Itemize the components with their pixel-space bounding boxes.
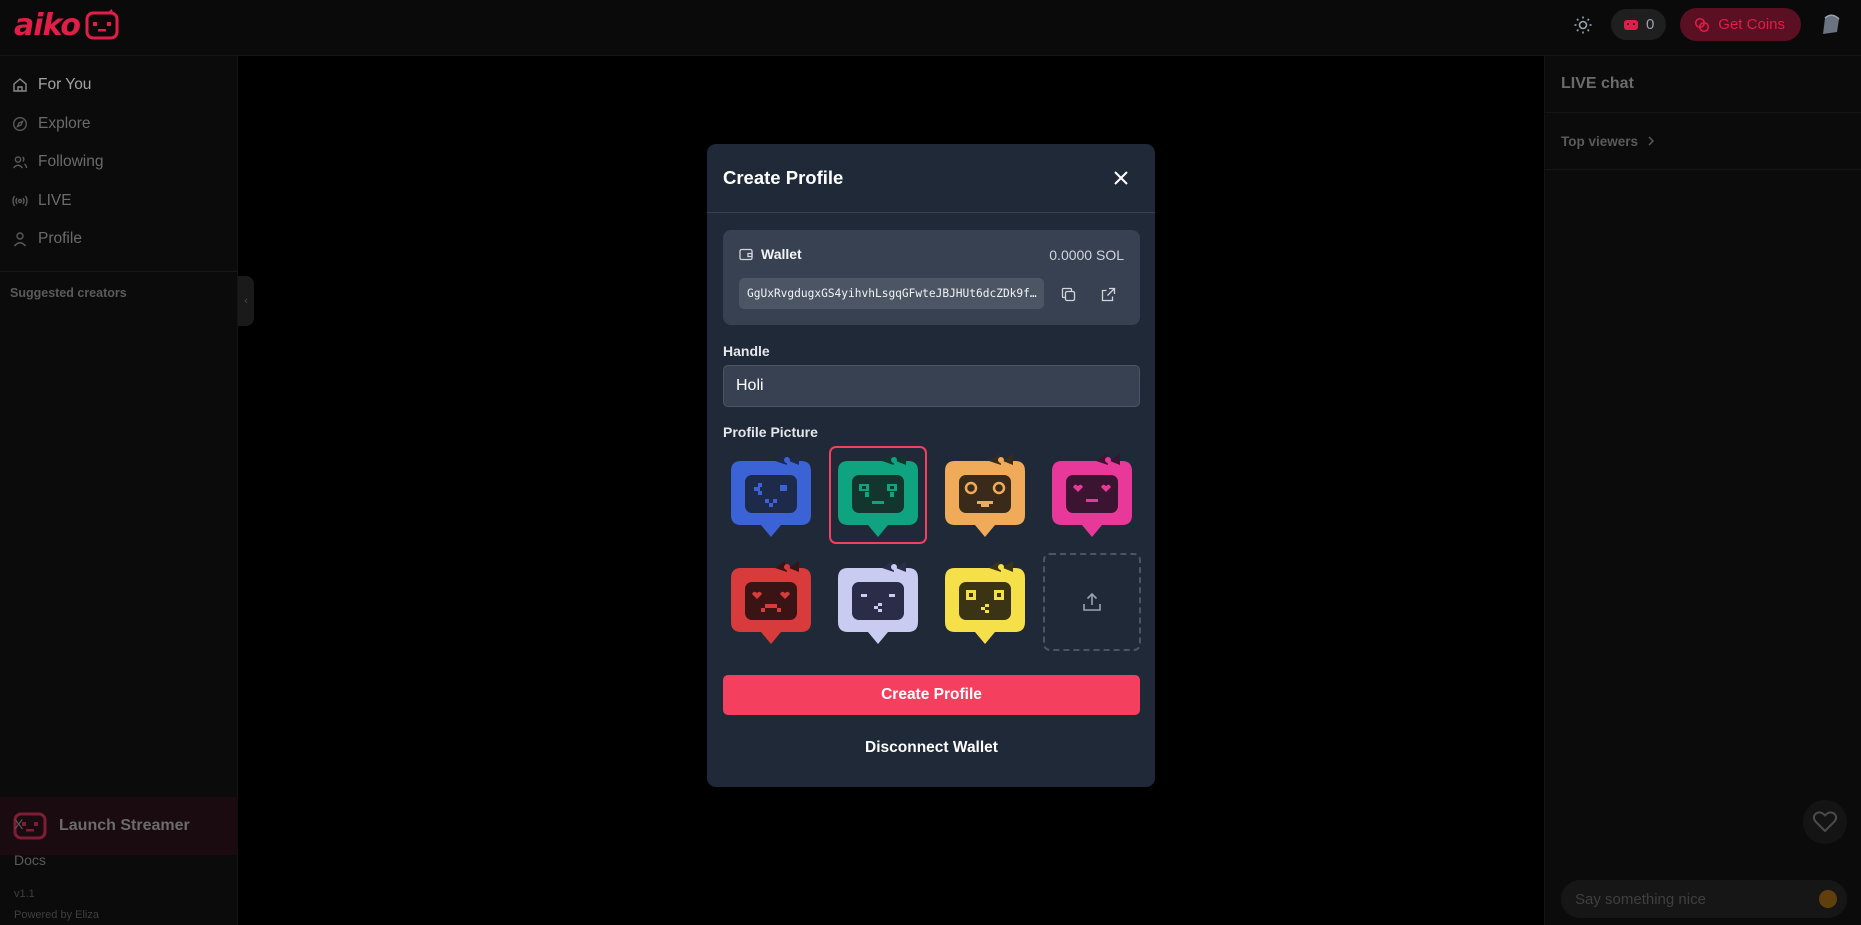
brand-logo[interactable]: aiko [14, 8, 120, 43]
user-avatar-icon [1823, 14, 1840, 34]
external-link-icon [1101, 287, 1115, 301]
users-icon [12, 156, 28, 169]
modal-header: Create Profile [707, 144, 1155, 213]
sidebar-item-for-you[interactable]: For You [0, 66, 237, 105]
coins-icon [1695, 17, 1710, 32]
sidebar-item-live[interactable]: LIVE [0, 182, 237, 221]
heart-icon [1812, 811, 1838, 833]
create-profile-modal: Create Profile Wallet 0.0000 SOL GgUxRvg… [707, 144, 1155, 787]
avatar-option-red[interactable] [722, 553, 820, 651]
create-profile-button[interactable]: Create Profile [723, 675, 1140, 715]
live-chat-panel: LIVE chat Top viewers Say something nice [1544, 56, 1861, 925]
sidebar-item-label: For You [38, 76, 92, 94]
launch-streamer-label: Launch Streamer [59, 817, 190, 834]
chevron-right-icon [1648, 136, 1655, 146]
avatar-option-blue[interactable] [722, 446, 820, 544]
wallet-balance: 0.0000 SOL [1049, 247, 1124, 263]
robot-avatar-icon [731, 454, 811, 537]
wallet-label: Wallet [761, 246, 802, 262]
avatar-option-orange[interactable] [936, 446, 1034, 544]
open-explorer-button[interactable] [1094, 280, 1122, 308]
avatar-option-green[interactable] [829, 446, 927, 544]
copy-icon [1061, 287, 1075, 301]
collapse-sidebar-button[interactable]: ‹ [238, 276, 254, 326]
copy-address-button[interactable] [1054, 280, 1082, 308]
sidebar-item-following[interactable]: Following [0, 143, 237, 182]
sidebar-item-label: Following [38, 153, 104, 171]
avatar-option-lavender[interactable] [829, 553, 927, 651]
sidebar-item-label: Explore [38, 114, 91, 132]
robot-avatar-icon [731, 561, 811, 644]
compass-icon [12, 116, 28, 131]
left-sidebar: For You Explore Following LIVE Profile S… [0, 56, 238, 925]
wallet-panel: Wallet 0.0000 SOL GgUxRvgdugxGS4yihvhLsg… [723, 230, 1140, 325]
chevron-left-icon: ‹ [244, 295, 248, 307]
robot-logo-icon [85, 8, 119, 39]
robot-avatar-icon [945, 561, 1025, 644]
like-button[interactable] [1803, 800, 1847, 844]
logo-text: aiko [14, 8, 81, 43]
sidebar-item-profile[interactable]: Profile [0, 220, 237, 259]
chat-input-placeholder: Say something nice [1575, 890, 1706, 908]
wallet-label-group: Wallet [739, 246, 802, 262]
top-bar: aiko 0 Get Coins [0, 0, 1861, 56]
chat-input[interactable]: Say something nice [1561, 880, 1847, 918]
robot-avatar-icon [838, 454, 918, 537]
robot-avatar-icon [838, 561, 918, 644]
avatar-option-yellow[interactable] [936, 553, 1034, 651]
sun-icon [1574, 16, 1592, 33]
launch-streamer-button[interactable]: Launch Streamer [0, 797, 238, 855]
coin-balance[interactable]: 0 [1610, 9, 1667, 40]
emoji-icon[interactable] [1819, 890, 1837, 908]
user-icon [13, 232, 27, 247]
handle-label: Handle [723, 343, 770, 359]
robot-avatar-icon [945, 454, 1025, 537]
get-coins-button[interactable]: Get Coins [1680, 8, 1801, 41]
powered-by-label: Powered by Eliza [14, 909, 99, 921]
robot-avatar-icon [1052, 454, 1132, 537]
coin-count: 0 [1645, 16, 1655, 33]
upload-icon [1083, 592, 1101, 611]
x-link[interactable]: X [14, 816, 23, 832]
upload-avatar-button[interactable] [1043, 553, 1141, 651]
top-viewers-button[interactable]: Top viewers [1545, 113, 1861, 170]
disconnect-wallet-button[interactable]: Disconnect Wallet [723, 728, 1140, 768]
profile-picture-label: Profile Picture [723, 424, 818, 440]
theme-toggle-button[interactable] [1569, 11, 1597, 39]
close-button[interactable] [1109, 166, 1133, 190]
sidebar-item-explore[interactable]: Explore [0, 105, 237, 144]
modal-title: Create Profile [723, 167, 844, 188]
home-icon [13, 78, 27, 92]
wallet-icon [739, 248, 753, 261]
wallet-address: GgUxRvgdugxGS4yihvhLsgqGFwteJBJHUt6dcZDk… [739, 278, 1044, 309]
get-coins-label: Get Coins [1718, 16, 1785, 33]
sidebar-item-label: LIVE [38, 191, 72, 209]
avatar-option-pink[interactable] [1043, 446, 1141, 544]
docs-link[interactable]: Docs [14, 852, 46, 868]
top-viewers-label: Top viewers [1561, 133, 1639, 149]
suggested-creators-heading: Suggested creators [10, 285, 127, 300]
chat-title: LIVE chat [1545, 56, 1861, 113]
coin-icon [1623, 19, 1638, 30]
version-label: v1.1 [14, 888, 35, 900]
close-icon [1114, 171, 1128, 185]
main-nav: For You Explore Following LIVE Profile [0, 56, 237, 259]
user-avatar[interactable] [1815, 10, 1845, 40]
broadcast-icon [12, 195, 28, 207]
handle-input[interactable] [723, 365, 1140, 407]
sidebar-item-label: Profile [38, 230, 82, 248]
